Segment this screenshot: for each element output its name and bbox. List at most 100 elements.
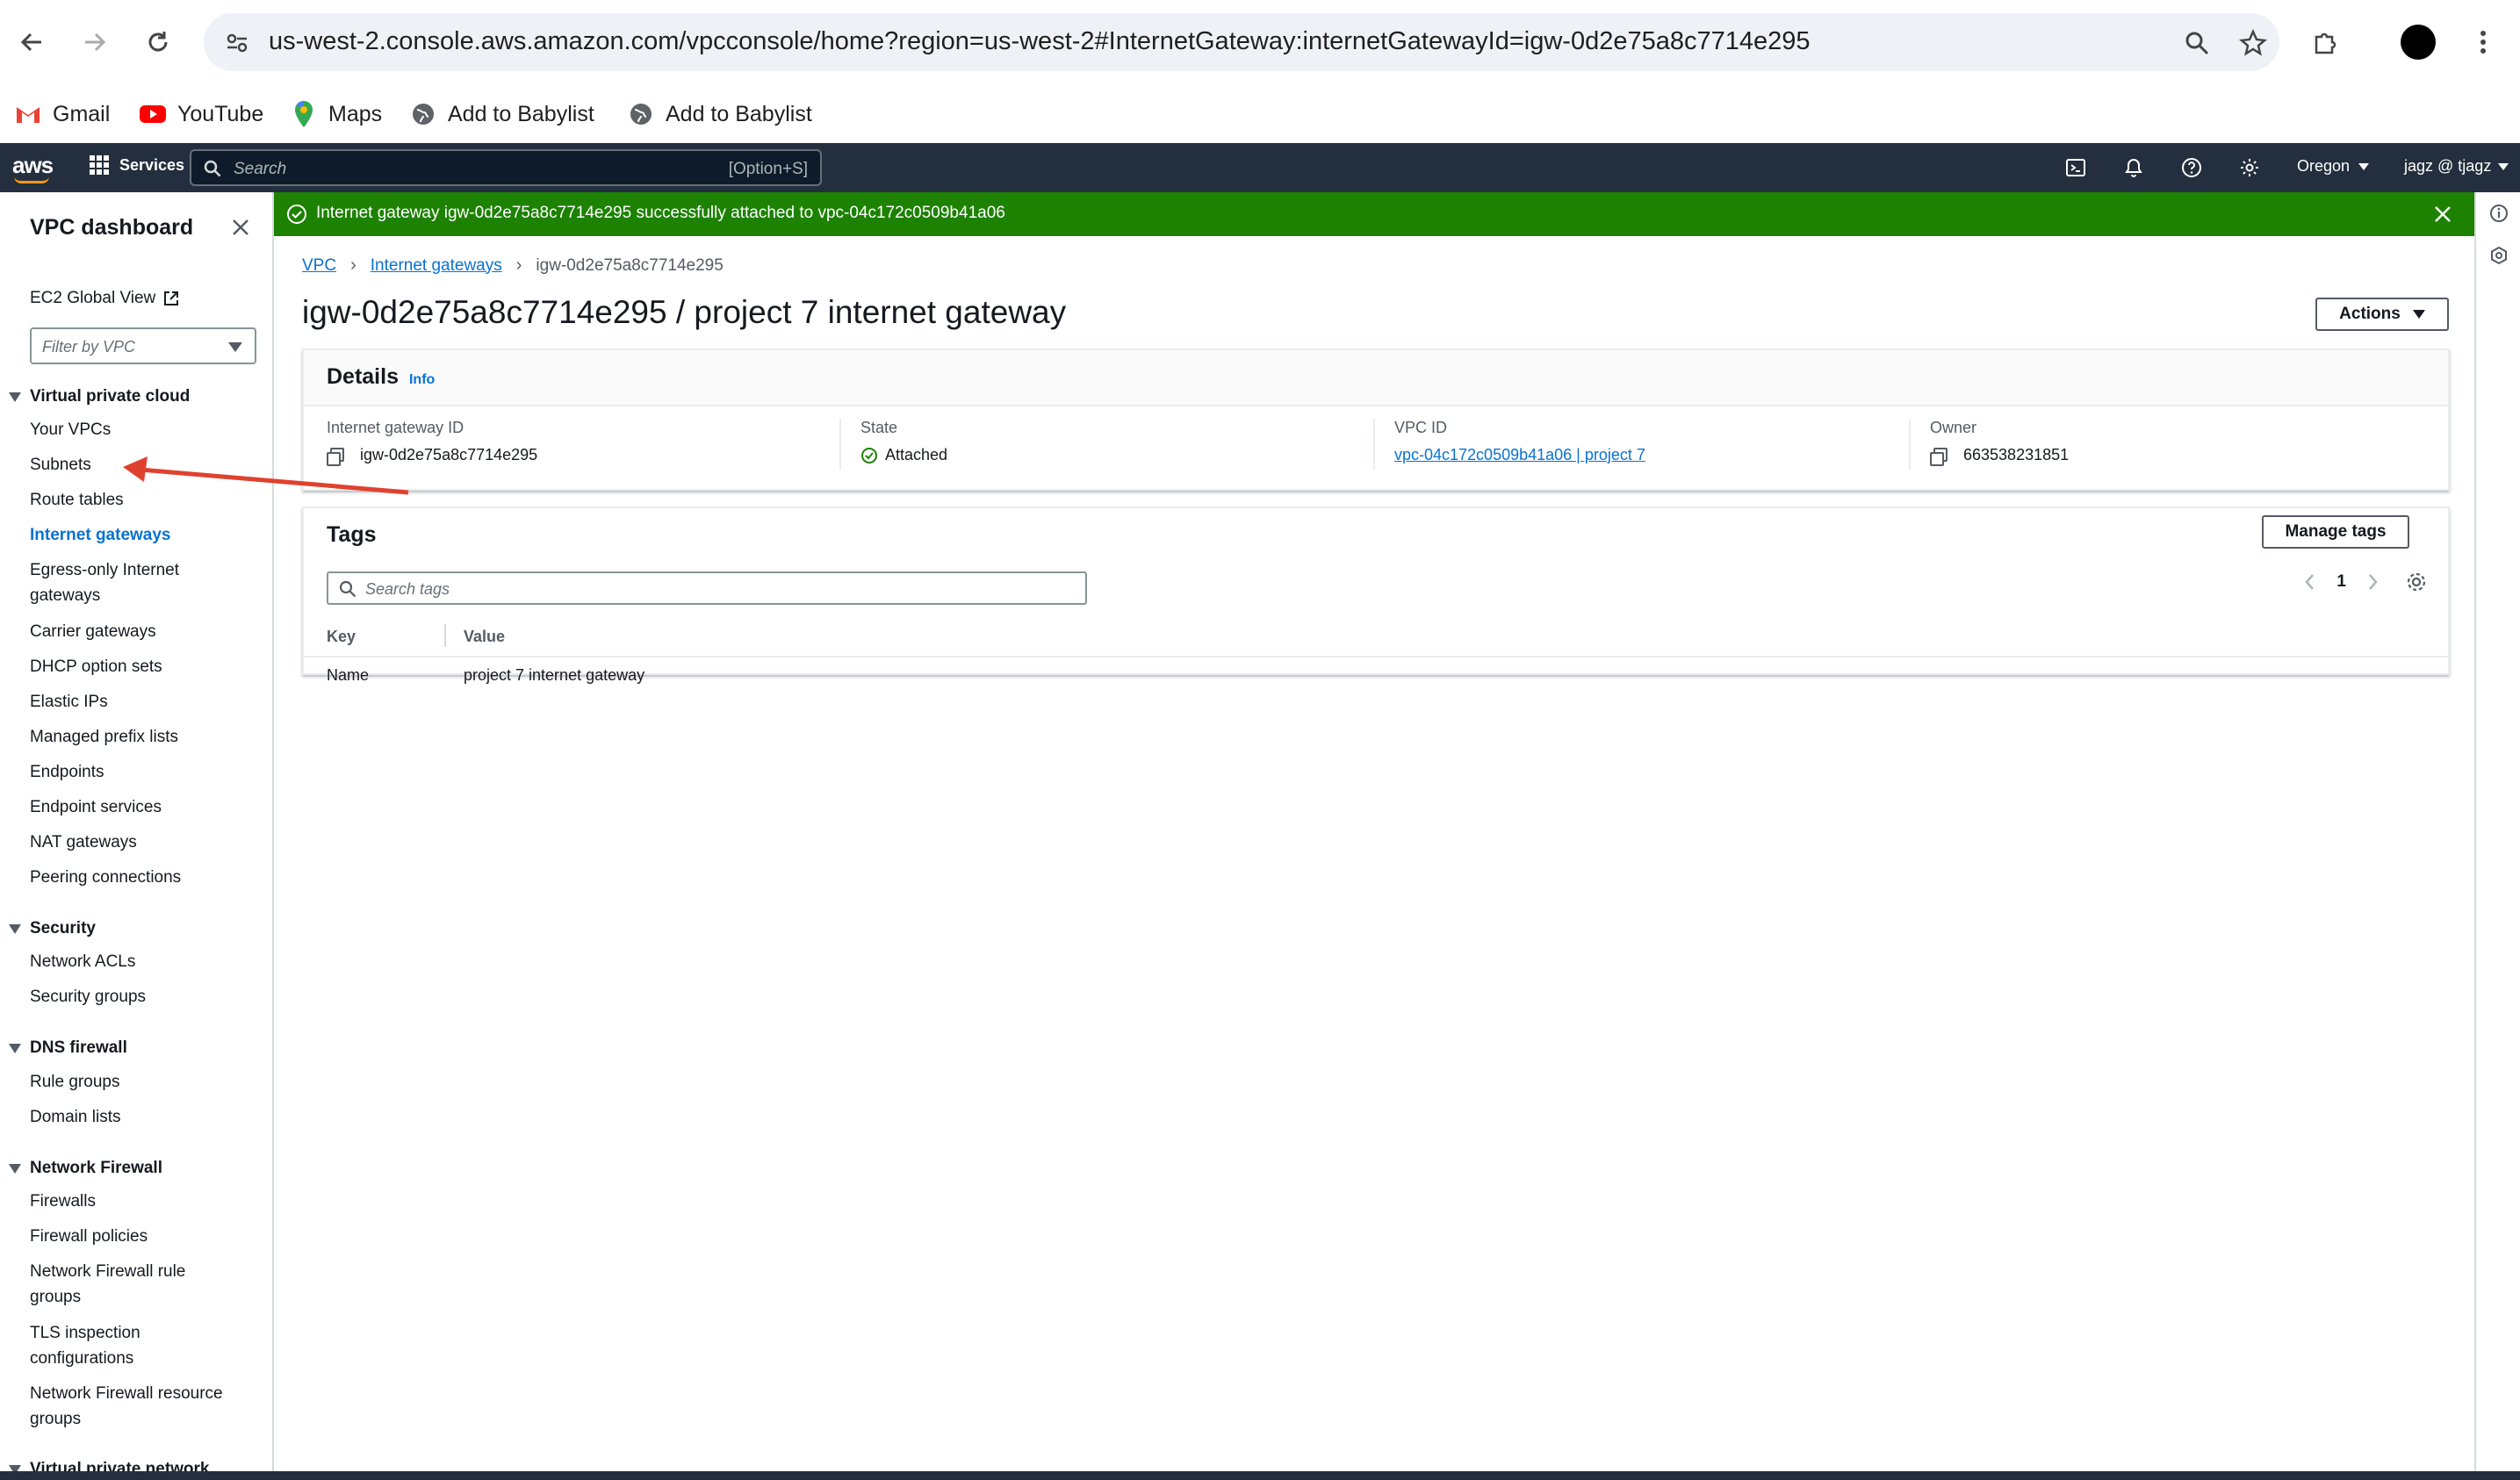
sidebar-item-your-vpcs[interactable]: Your VPCs [30,417,111,442]
preferences-gear-icon[interactable] [2406,571,2427,593]
search-tags-input[interactable]: Search tags [327,571,1087,605]
sidebar-item-tls-inspection-configurations[interactable]: TLS inspection configurations [30,1320,205,1371]
account-menu[interactable]: jagz @ tjagz [2404,157,2509,176]
sidebar-item-internet-gateways[interactable]: Internet gateways [30,522,171,548]
bookmark-babylist-1[interactable]: Add to Babylist [409,97,594,132]
search-placeholder: Search [234,160,287,178]
tags-panel: Tags Manage tags Search tags 1 Key Value… [302,507,2450,684]
browser-menu-icon[interactable] [2462,21,2504,63]
dismiss-close-icon[interactable] [2430,202,2455,226]
status-success-icon [861,447,877,463]
back-icon[interactable] [11,21,53,63]
services-label: Services [119,155,185,174]
tags-title: Tags [327,522,377,547]
tutorial-panel-icon[interactable] [2488,245,2509,266]
notifications-bell-icon[interactable] [2120,154,2148,182]
address-bar[interactable]: us-west-2.console.aws.amazon.com/vpccons… [204,13,2279,71]
section-security[interactable]: Security [9,919,96,938]
zoom-icon[interactable] [2179,25,2214,61]
bookmark-maps[interactable]: Maps [290,97,382,132]
copy-icon[interactable] [1930,447,1948,466]
section-network-firewall[interactable]: Network Firewall [9,1159,162,1178]
sidebar-item-endpoint-services[interactable]: Endpoint services [30,794,162,820]
bottom-edge [0,1471,2520,1480]
column-resizer[interactable] [444,624,446,647]
sidebar-item-endpoints[interactable]: Endpoints [30,759,104,785]
site-settings-icon[interactable] [220,25,255,61]
status-badge: Attached [885,446,948,463]
region-label: Oregon [2297,157,2351,175]
sidebar-item-managed-prefix-lists[interactable]: Managed prefix lists [30,724,178,750]
column-header-key[interactable]: Key [327,628,356,646]
sidebar-item-peering-connections[interactable]: Peering connections [30,865,181,890]
info-link[interactable]: Info [409,372,435,387]
bookmark-label: YouTube [177,101,264,126]
section-dns-firewall[interactable]: DNS firewall [9,1038,127,1058]
bookmark-babylist-2[interactable]: Add to Babylist [627,97,812,132]
bookmark-label: Add to Babylist [666,101,812,126]
profile-avatar[interactable] [2397,21,2439,63]
section-virtual-private-cloud[interactable]: Virtual private cloud [9,387,190,406]
bookmark-label: Gmail [53,101,111,126]
bookmark-gmail[interactable]: Gmail [14,97,110,132]
column-header-value[interactable]: Value [464,628,505,646]
settings-gear-icon[interactable] [2236,154,2264,182]
sidebar-item-network-firewall-rule-groups[interactable]: Network Firewall rule groups [30,1259,232,1310]
forward-icon[interactable] [74,21,116,63]
url-text[interactable]: us-west-2.console.aws.amazon.com/vpccons… [269,27,1811,56]
gmail-icon [14,100,42,128]
section-label: Virtual private cloud [30,387,191,406]
sidebar-item-domain-lists[interactable]: Domain lists [30,1104,120,1130]
reload-icon[interactable] [137,21,179,63]
aws-logo[interactable]: aws [12,152,54,179]
success-check-icon [287,205,306,224]
actions-button[interactable]: Actions [2315,298,2449,331]
sidebar-item-egress-only-internet-gateways[interactable]: Egress-only Internet gateways [30,557,232,608]
help-icon[interactable] [2178,154,2206,182]
sidebar-item-network-firewall-resource-groups[interactable]: Network Firewall resource groups [30,1381,249,1432]
field-label: Owner [1930,419,1977,436]
services-menu[interactable]: Services [90,155,184,175]
bookmark-youtube[interactable]: YouTube [139,97,263,132]
sidebar-item-nat-gateways[interactable]: NAT gateways [30,830,137,855]
extensions-icon[interactable] [2304,21,2346,63]
section-label: Security [30,919,96,938]
cloudshell-icon[interactable] [2062,154,2090,182]
sidebar-item-firewalls[interactable]: Firewalls [30,1189,96,1214]
page-title: igw-0d2e75a8c7714e295 / project 7 intern… [302,294,1067,330]
aws-search-input[interactable]: Search [Option+S] [190,149,822,186]
breadcrumb: VPC › Internet gateways › igw-0d2e75a8c7… [302,255,724,276]
field-label: VPC ID [1394,419,1448,436]
details-title: Details Info [327,364,436,389]
manage-tags-button[interactable]: Manage tags [2262,515,2409,549]
filter-by-vpc-select[interactable]: Filter by VPC [30,327,256,364]
sidebar-item-elastic-ips[interactable]: Elastic IPs [30,689,108,715]
breadcrumb-link-vpc[interactable]: VPC [302,256,336,276]
chevron-left-icon[interactable] [2301,572,2319,592]
vpc-id-link[interactable]: vpc-04c172c0509b41a06 | project 7 [1394,446,1645,464]
right-tools-rail [2474,192,2520,1480]
chevron-right-icon[interactable] [2364,572,2381,592]
bookmark-star-icon[interactable] [2236,25,2271,61]
flash-message: Internet gateway igw-0d2e75a8c7714e295 s… [316,204,1005,222]
table-row: Name project 7 internet gateway [304,656,2448,694]
sidebar-item-network-acls[interactable]: Network ACLs [30,949,135,974]
bookmark-label: Maps [328,101,383,126]
tags-table-header: Key Value [304,617,2448,656]
sidebar-item-dhcp-option-sets[interactable]: DHCP option sets [30,654,162,679]
breadcrumb-link-internet-gateways[interactable]: Internet gateways [371,256,502,276]
bookmarks-bar: Gmail YouTube Maps Add to Babylist Add t… [0,84,2520,144]
sidebar-item-security-groups[interactable]: Security groups [30,984,146,1009]
sidebar-item-carrier-gateways[interactable]: Carrier gateways [30,619,156,644]
sidebar-item-subnets[interactable]: Subnets [30,452,91,478]
sidebar-item-ec2-global-view[interactable]: EC2 Global View [30,285,180,311]
info-panel-icon[interactable] [2488,203,2509,224]
sidebar-item-rule-groups[interactable]: Rule groups [30,1069,119,1095]
page-number[interactable]: 1 [2336,572,2346,592]
sidebar-item-firewall-policies[interactable]: Firewall policies [30,1224,148,1249]
browser-toolbar: us-west-2.console.aws.amazon.com/vpccons… [0,0,2520,84]
close-icon[interactable] [227,213,255,241]
region-selector[interactable]: Oregon [2297,157,2370,176]
search-tags-placeholder: Search tags [365,580,450,598]
sidebar-title[interactable]: VPC dashboard [30,215,193,241]
